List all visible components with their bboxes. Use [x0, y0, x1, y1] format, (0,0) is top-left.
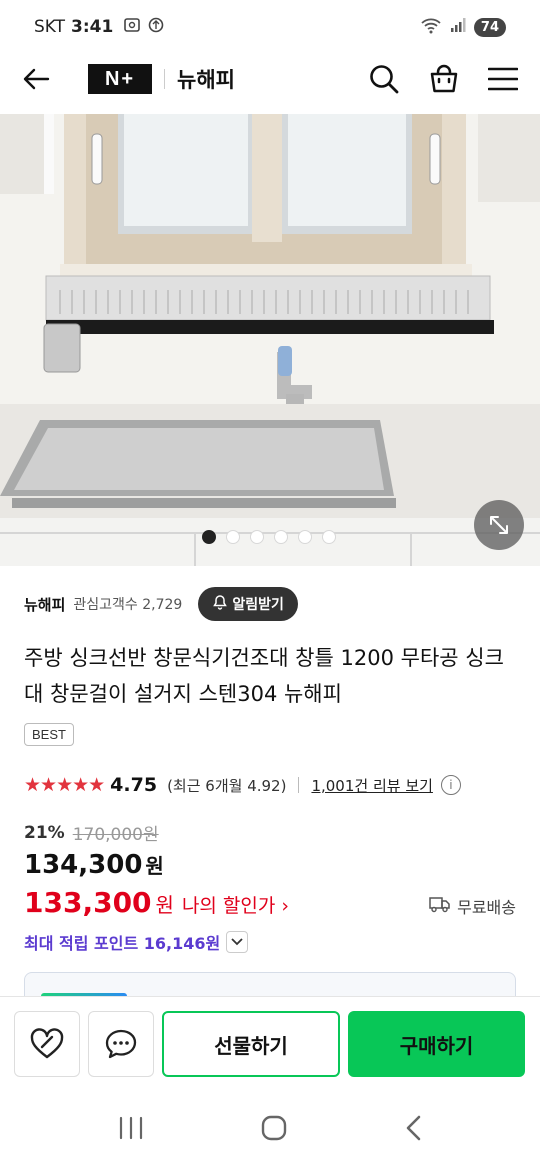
wishlist-heart-icon[interactable] — [14, 1011, 80, 1077]
store-logo[interactable]: N+ 뉴해피 — [88, 64, 235, 94]
clock: 3:41 — [71, 17, 114, 37]
star-rating-icon: ★★★★★ — [24, 774, 105, 796]
expand-icon[interactable] — [474, 500, 524, 550]
signal-icon — [450, 17, 466, 38]
back-nav-icon[interactable] — [403, 1114, 423, 1146]
wifi-icon — [420, 16, 442, 39]
info-icon[interactable]: i — [440, 775, 461, 795]
recent-rating: (최근 6개월 4.92) — [167, 776, 287, 795]
product-image[interactable] — [0, 114, 540, 566]
product-title: 주방 싱크선반 창문식기건조대 창틀 1200 무타공 싱크대 창문걸이 설거지… — [24, 646, 504, 706]
rating-score: 4.75 — [110, 774, 158, 796]
my-price-label: 나의 할인가 › — [181, 895, 290, 917]
app-header: N+ 뉴해피 — [0, 54, 540, 104]
seller-row: 뉴해피 관심고객수 2,729 알림받기 — [24, 586, 298, 622]
seller-name[interactable]: 뉴해피 — [24, 594, 65, 615]
review-link[interactable]: 1,001건 리뷰 보기 — [311, 775, 432, 796]
status-bar: SKT 3:41 74 — [0, 0, 540, 54]
follower-count: 관심고객수 2,729 — [73, 597, 183, 613]
sale-price-unit: 원 — [145, 854, 164, 878]
my-price-amount: 133,300 — [24, 886, 152, 919]
gallery-dot[interactable] — [322, 530, 336, 544]
gift-button[interactable]: 선물하기 — [162, 1011, 340, 1077]
truck-icon — [429, 895, 451, 917]
my-discount-price[interactable]: 133,300 원 나의 할인가 › — [24, 886, 289, 919]
store-name: 뉴해피 — [177, 68, 235, 92]
gallery-dot[interactable] — [298, 530, 312, 544]
shopping-bag-icon[interactable] — [428, 63, 460, 95]
bottom-action-bar: 선물하기 구매하기 — [0, 996, 540, 1090]
shipping-info: 무료배송 — [429, 894, 516, 918]
gallery-dot[interactable] — [274, 530, 288, 544]
data-saver-icon — [147, 16, 165, 38]
screenshot-icon — [123, 16, 141, 38]
chevron-down-icon[interactable] — [226, 931, 249, 953]
rating-row: ★★★★★ 4.75 (최근 6개월 4.92) 1,001건 리뷰 보기 i — [24, 770, 461, 800]
gallery-dot[interactable] — [226, 530, 240, 544]
my-price-unit: 원 — [155, 893, 174, 917]
gallery-dot[interactable] — [202, 530, 216, 544]
battery-indicator: 74 — [473, 17, 506, 37]
chat-icon[interactable] — [88, 1011, 154, 1077]
carrier-label: SKT — [34, 17, 66, 37]
search-icon[interactable] — [368, 63, 400, 95]
alarm-label: 알림받기 — [232, 597, 284, 613]
points-label: 최대 적립 포인트 16,146원 — [24, 934, 221, 953]
best-badge: BEST — [24, 723, 74, 746]
alarm-button[interactable]: 알림받기 — [198, 587, 298, 621]
gallery-indicator — [202, 530, 336, 544]
naver-plus-logo: N+ — [88, 64, 152, 94]
bell-icon — [212, 594, 228, 614]
recent-apps-icon[interactable] — [117, 1116, 145, 1144]
points-row[interactable]: 최대 적립 포인트 16,146원 — [24, 930, 249, 954]
buy-button[interactable]: 구매하기 — [348, 1011, 525, 1077]
menu-icon[interactable] — [488, 66, 518, 92]
discount-rate: 21% — [24, 822, 65, 843]
gallery-dot[interactable] — [250, 530, 264, 544]
back-arrow-icon[interactable] — [22, 63, 54, 95]
shipping-label: 무료배송 — [457, 898, 516, 917]
original-price: 170,000원 — [72, 825, 159, 845]
home-icon[interactable] — [260, 1114, 288, 1146]
discount-row: 21% 170,000원 — [24, 820, 159, 846]
system-nav-bar — [0, 1090, 540, 1170]
sale-price: 134,300 원 — [24, 850, 164, 880]
sale-price-amount: 134,300 — [24, 850, 143, 880]
